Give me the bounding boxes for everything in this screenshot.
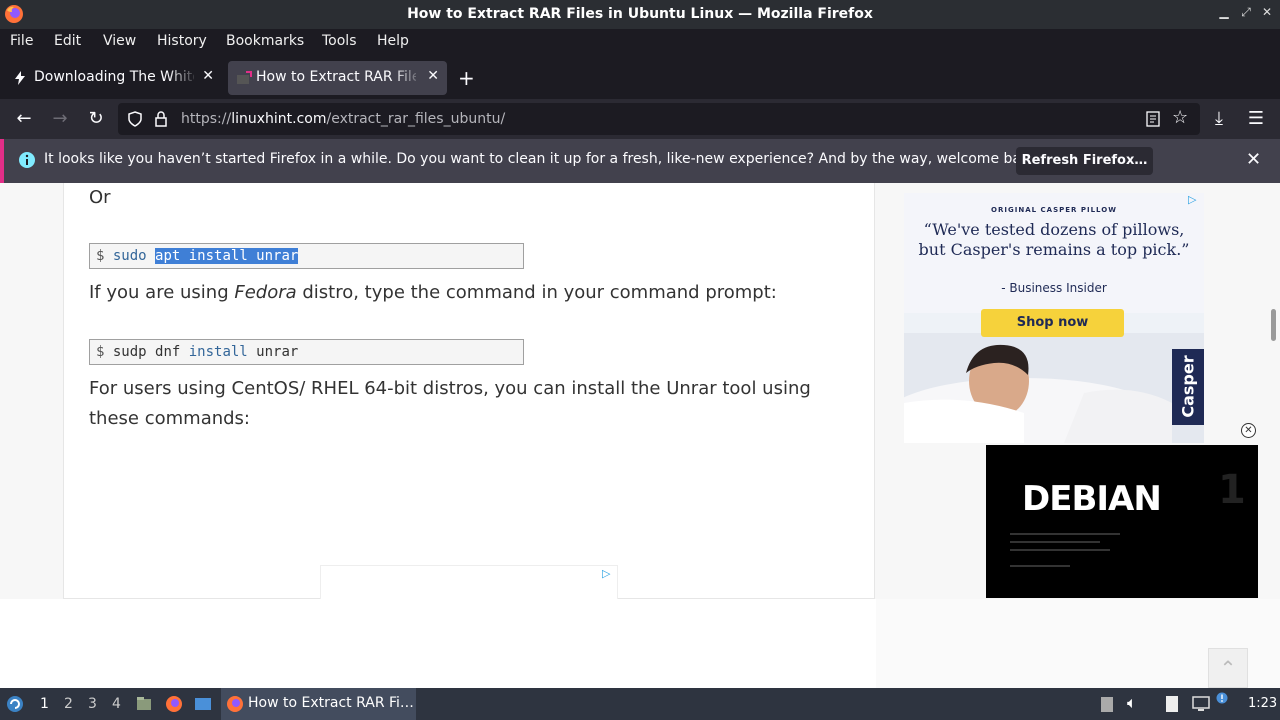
tab-label: How to Extract RAR Files [256,69,416,85]
ad-brand: ORIGINAL CASPER PILLOW [991,206,1117,214]
notification-badge-icon[interactable] [1216,692,1228,704]
debian-video-ad[interactable]: DEBIAN 1 [986,445,1258,598]
text: distro, type the command in your command… [296,282,777,303]
workspace-4[interactable]: 4 [112,696,121,712]
close-notification-icon[interactable]: ✕ [1246,149,1261,170]
shop-now-button[interactable]: Shop now [981,309,1124,337]
centos-paragraph-line2: these commands: [89,408,250,429]
shield-icon[interactable] [127,111,143,127]
fedora-emphasis: Fedora [234,282,297,303]
window-title: How to Extract RAR Files in Ubuntu Linux… [407,6,873,22]
terminal-icon[interactable] [194,695,212,713]
menu-edit[interactable]: Edit [54,33,81,49]
taskbar-firefox-task[interactable]: How to Extract RAR Fi… [221,688,416,720]
refresh-firefox-button[interactable]: Refresh Firefox… [1016,147,1153,175]
workspace-1[interactable]: 1 [40,696,49,712]
code-sudo: sudo [112,248,147,264]
centos-paragraph-line1: For users using CentOS/ RHEL 64-bit dist… [89,378,811,399]
prompt-symbol: $ [96,344,105,360]
notes-icon[interactable] [1163,695,1181,713]
maximize-icon[interactable]: ⤢ [1237,5,1255,23]
casper-ad[interactable]: ORIGINAL CASPER PILLOW “We've tested doz… [904,193,1204,443]
lock-icon[interactable] [154,110,168,128]
menu-history[interactable]: History [157,33,207,49]
menu-view[interactable]: View [103,33,136,49]
tab-downloading[interactable]: Downloading The White K ✕ [2,61,222,95]
code-block-dnf[interactable]: $ sudp dnf install unrar [89,339,524,365]
ad-quote-line: but Casper's remains a top pick.” [918,240,1190,259]
debian-number: 1 [1218,467,1246,513]
network-icon[interactable] [1191,695,1211,713]
downloads-icon[interactable]: ⤓ [1209,109,1229,129]
workspace-2[interactable]: 2 [64,696,73,712]
casper-side-label: Casper [1178,355,1198,418]
close-tab-icon[interactable]: ✕ [202,68,214,84]
url-bar[interactable]: https://linuxhint.com/extract_rar_files_… [118,103,1200,135]
firefox-launcher-icon[interactable] [165,695,183,713]
site-favicon-icon [237,71,252,84]
clock: 1:23 [1248,696,1278,711]
code-block-apt[interactable]: $ sudo apt install unrar [89,243,524,269]
menu-file[interactable]: File [10,33,33,49]
close-tab-icon[interactable]: ✕ [427,68,439,84]
scroll-to-top-button[interactable]: ⌃ [1208,648,1248,688]
menu-help[interactable]: Help [377,33,409,49]
url-path: /extract_rar_files_ubuntu/ [326,111,506,127]
hamburger-menu-icon[interactable]: ☰ [1246,109,1266,129]
reload-icon[interactable]: ↻ [86,109,106,129]
clipboard-icon[interactable] [1099,695,1115,713]
inline-ad-frame[interactable] [320,565,618,599]
tab-bar: Downloading The White K ✕ How to Extract… [0,57,1280,99]
page-content: Or $ sudo apt install unrar If you are u… [0,183,1280,688]
notification-message: It looks like you haven’t started Firefo… [44,151,1043,167]
code-keyword: install [188,344,248,360]
tab-extract-rar[interactable]: How to Extract RAR Files ✕ [228,61,447,95]
scrollbar-thumb[interactable] [1271,309,1276,341]
minimize-icon[interactable]: ▁ [1215,5,1233,23]
info-icon [19,152,35,168]
task-label: How to Extract RAR Fi… [248,695,414,711]
menu-bar: File Edit View History Bookmarks Tools H… [0,29,1280,57]
or-text: Or [89,187,111,208]
url-scheme: https:// [181,111,232,127]
ad-source: - Business Insider [1001,281,1107,295]
notification-bar: It looks like you haven’t started Firefo… [0,139,1280,183]
ad-quote-line: “We've tested dozens of pillows, [923,220,1185,239]
sleeping-man-image [904,333,1204,443]
selected-text: apt install unrar [155,248,299,264]
back-arrow-icon[interactable]: ← [14,109,34,129]
file-manager-icon[interactable] [135,695,153,713]
adchoices-icon[interactable]: ▷ [1188,193,1196,206]
menu-tools[interactable]: Tools [322,33,357,49]
prompt-symbol: $ [96,248,105,264]
workspace-3[interactable]: 3 [88,696,97,712]
adchoices-icon[interactable]: ▷ [602,567,610,580]
code-part: sudp dnf [112,344,189,360]
taskbar: 1 2 3 4 How to Extract RAR Fi… 🔈︎ 1:23 [0,688,1280,720]
url-host: linuxhint.com [231,111,327,127]
fedora-paragraph: If you are using Fedora distro, type the… [89,278,777,308]
bookmark-star-icon[interactable]: ☆ [1172,107,1188,128]
lightning-icon [15,71,25,85]
new-tab-button[interactable]: + [458,66,475,90]
volume-icon[interactable]: 🔈︎ [1127,693,1137,713]
debian-logo-text: DEBIAN [1022,479,1162,519]
text: If you are using [89,282,235,303]
casper-side-tab: Casper [1172,349,1204,425]
window-titlebar: How to Extract RAR Files in Ubuntu Linux… [0,0,1280,29]
close-window-icon[interactable]: ✕ [1258,5,1276,23]
firefox-task-icon [227,696,243,712]
close-ad-icon[interactable]: ✕ [1241,423,1256,438]
navigation-toolbar: ← → ↻ https://linuxhint.com/extract_rar_… [0,99,1280,139]
ad-quote: “We've tested dozens of pillows, but Casp… [914,220,1194,260]
code-part: unrar [247,344,299,360]
reader-view-icon[interactable] [1145,111,1161,127]
start-menu-icon[interactable] [6,695,24,713]
menu-bookmarks[interactable]: Bookmarks [226,33,304,49]
forward-arrow-icon[interactable]: → [50,109,70,129]
url-text[interactable]: https://linuxhint.com/extract_rar_files_… [181,111,505,127]
